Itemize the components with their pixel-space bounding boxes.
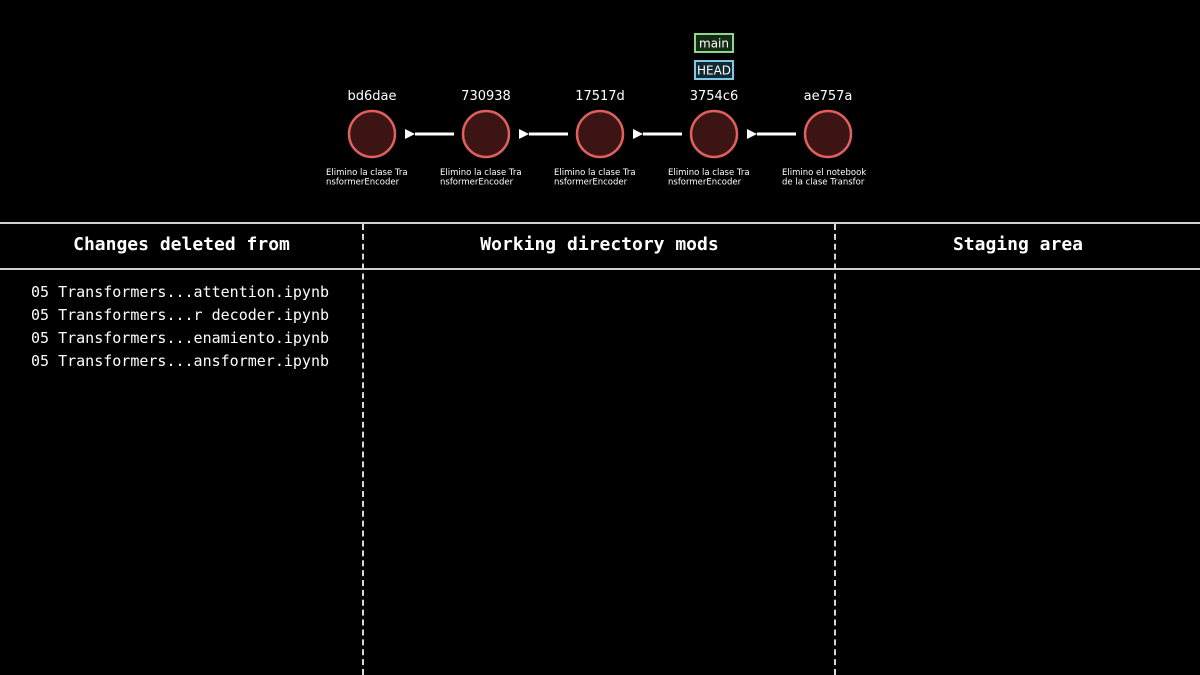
ref-label: HEAD <box>697 64 731 78</box>
commit-message: nsformerEncoder <box>326 178 400 188</box>
deleted-file-list: 05 Transformers...attention.ipynb 05 Tra… <box>31 281 329 373</box>
commit-message: nsformerEncoder <box>440 178 514 188</box>
commit-node <box>461 109 511 159</box>
commit-message: Elimino el notebook <box>782 168 866 178</box>
column-divider-2 <box>834 224 836 675</box>
column-divider-1 <box>362 224 364 675</box>
deleted-file-item[interactable]: 05 Transformers...r decoder.ipynb <box>31 304 329 327</box>
commit-node <box>689 109 739 159</box>
column-header-staging: Staging area <box>952 234 1084 255</box>
commit-message: Elimino la clase Tra <box>668 168 750 178</box>
commit-hash: 17517d <box>575 89 625 104</box>
commit-message: nsformerEncoder <box>668 178 742 188</box>
commit-hash: bd6dae <box>348 89 397 104</box>
commit-node <box>575 109 625 159</box>
commit-message: Elimino la clase Tra <box>554 168 636 178</box>
commit-message: de la clase Transfor <box>782 178 865 188</box>
commit-hash: ae757a <box>804 89 853 104</box>
column-header-deleted: Changes deleted from <box>73 234 290 255</box>
ref-label: main <box>699 37 729 51</box>
commit-message: Elimino la clase Tra <box>326 168 408 178</box>
table-top-border <box>0 222 1200 224</box>
commit-graph: bd6daeElimino la clase TransformerEncode… <box>326 33 866 188</box>
commit-node <box>803 109 853 159</box>
commit-message: Elimino la clase Tra <box>440 168 522 178</box>
commit-hash: 3754c6 <box>690 89 739 104</box>
commit-message: nsformerEncoder <box>554 178 628 188</box>
table-header-border <box>0 268 1200 270</box>
deleted-file-item[interactable]: 05 Transformers...enamiento.ipynb <box>31 327 329 350</box>
deleted-file-item[interactable]: 05 Transformers...ansformer.ipynb <box>31 350 329 373</box>
commit-node <box>347 109 397 159</box>
commit-hash: 730938 <box>461 89 511 104</box>
column-header-working: Working directory mods <box>480 234 719 255</box>
deleted-file-item[interactable]: 05 Transformers...attention.ipynb <box>31 281 329 304</box>
